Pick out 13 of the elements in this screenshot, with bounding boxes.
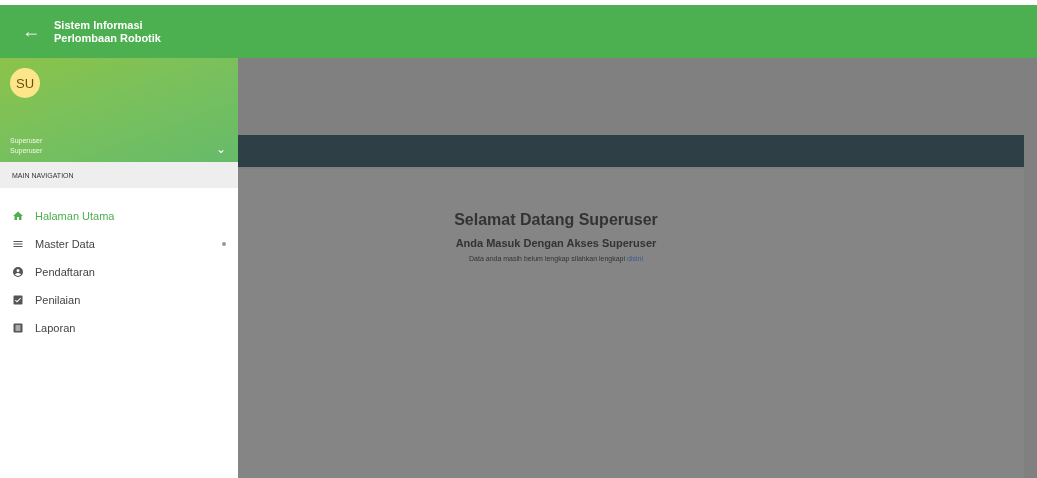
nav-item[interactable]: Master Data xyxy=(0,230,238,258)
nav-item[interactable]: Penilaian xyxy=(0,286,238,314)
welcome-title: Selamat Datang Superuser xyxy=(454,211,658,229)
nav-item[interactable]: Pendaftaran xyxy=(0,258,238,286)
user-avatar: SU xyxy=(10,68,40,98)
account-icon xyxy=(12,266,24,278)
welcome-subtitle: Anda Masuk Dengan Akses Superuser xyxy=(455,237,657,249)
home-icon xyxy=(12,210,24,222)
checkbox-icon xyxy=(12,294,24,306)
app-title: Sistem Informasi Perlombaan Robotik xyxy=(54,18,161,45)
nav-item[interactable]: Laporan xyxy=(0,314,238,342)
list-icon xyxy=(12,238,24,250)
document-icon xyxy=(12,322,24,334)
